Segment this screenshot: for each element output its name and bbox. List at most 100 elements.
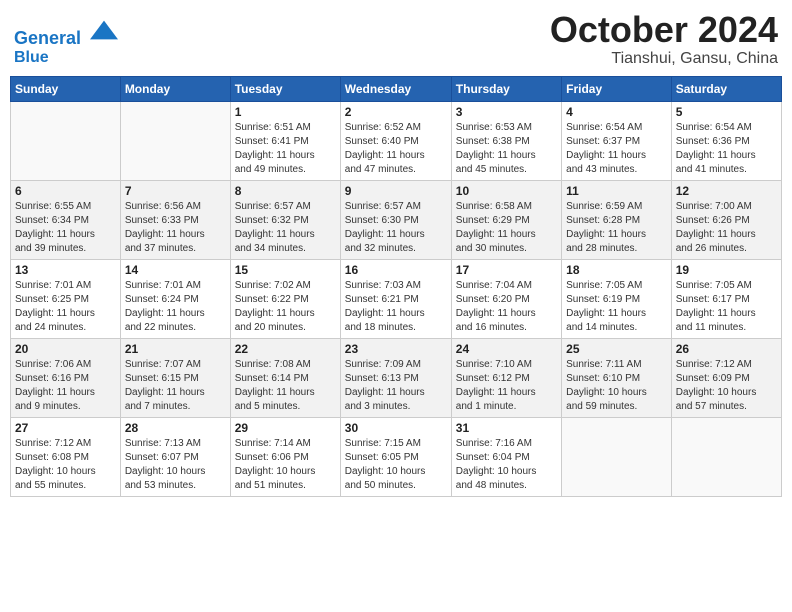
weekday-header-tuesday: Tuesday — [230, 76, 340, 101]
day-info: Sunrise: 6:56 AM Sunset: 6:33 PM Dayligh… — [125, 200, 226, 256]
calendar-cell: 26 Sunrise: 7:12 AM Sunset: 6:09 PM Dayli… — [671, 338, 781, 417]
calendar-table: SundayMondayTuesdayWednesdayThursdayFrid… — [10, 76, 782, 497]
day-info: Sunrise: 7:09 AM Sunset: 6:13 PM Dayligh… — [345, 358, 447, 414]
day-number: 27 — [15, 421, 116, 435]
calendar-cell: 12 Sunrise: 7:00 AM Sunset: 6:26 PM Dayli… — [671, 180, 781, 259]
calendar-cell: 13 Sunrise: 7:01 AM Sunset: 6:25 PM Dayli… — [11, 259, 121, 338]
day-number: 30 — [345, 421, 447, 435]
logo-text: General — [14, 16, 118, 49]
calendar-cell: 28 Sunrise: 7:13 AM Sunset: 6:07 PM Dayli… — [120, 417, 230, 496]
day-number: 28 — [125, 421, 226, 435]
calendar-week-row: 6 Sunrise: 6:55 AM Sunset: 6:34 PM Daylig… — [11, 180, 782, 259]
day-info: Sunrise: 6:54 AM Sunset: 6:37 PM Dayligh… — [566, 121, 667, 177]
calendar-cell — [11, 101, 121, 180]
weekday-header-wednesday: Wednesday — [340, 76, 451, 101]
day-info: Sunrise: 7:00 AM Sunset: 6:26 PM Dayligh… — [676, 200, 777, 256]
logo-icon — [90, 16, 118, 44]
day-info: Sunrise: 6:57 AM Sunset: 6:32 PM Dayligh… — [235, 200, 336, 256]
day-info: Sunrise: 7:12 AM Sunset: 6:09 PM Dayligh… — [676, 358, 777, 414]
day-info: Sunrise: 7:12 AM Sunset: 6:08 PM Dayligh… — [15, 437, 116, 493]
day-info: Sunrise: 7:01 AM Sunset: 6:24 PM Dayligh… — [125, 279, 226, 335]
calendar-cell: 17 Sunrise: 7:04 AM Sunset: 6:20 PM Dayli… — [451, 259, 561, 338]
day-info: Sunrise: 6:57 AM Sunset: 6:30 PM Dayligh… — [345, 200, 447, 256]
day-number: 25 — [566, 342, 667, 356]
day-number: 15 — [235, 263, 336, 277]
calendar-cell: 16 Sunrise: 7:03 AM Sunset: 6:21 PM Dayli… — [340, 259, 451, 338]
calendar-cell: 8 Sunrise: 6:57 AM Sunset: 6:32 PM Daylig… — [230, 180, 340, 259]
logo-general: General — [14, 28, 81, 48]
day-info: Sunrise: 6:59 AM Sunset: 6:28 PM Dayligh… — [566, 200, 667, 256]
day-info: Sunrise: 7:13 AM Sunset: 6:07 PM Dayligh… — [125, 437, 226, 493]
day-info: Sunrise: 7:01 AM Sunset: 6:25 PM Dayligh… — [15, 279, 116, 335]
day-info: Sunrise: 6:51 AM Sunset: 6:41 PM Dayligh… — [235, 121, 336, 177]
day-number: 7 — [125, 184, 226, 198]
calendar-cell: 31 Sunrise: 7:16 AM Sunset: 6:04 PM Dayli… — [451, 417, 561, 496]
calendar-cell: 11 Sunrise: 6:59 AM Sunset: 6:28 PM Dayli… — [562, 180, 672, 259]
weekday-header-row: SundayMondayTuesdayWednesdayThursdayFrid… — [11, 76, 782, 101]
calendar-cell — [562, 417, 672, 496]
calendar-cell: 7 Sunrise: 6:56 AM Sunset: 6:33 PM Daylig… — [120, 180, 230, 259]
day-number: 26 — [676, 342, 777, 356]
calendar-cell: 9Sunrise: 6:57 AM Sunset: 6:30 PM Daylig… — [340, 180, 451, 259]
day-info: Sunrise: 7:05 AM Sunset: 6:17 PM Dayligh… — [676, 279, 777, 335]
day-number: 16 — [345, 263, 447, 277]
day-number: 11 — [566, 184, 667, 198]
day-info: Sunrise: 7:02 AM Sunset: 6:22 PM Dayligh… — [235, 279, 336, 335]
day-number: 8 — [235, 184, 336, 198]
day-info: Sunrise: 7:03 AM Sunset: 6:21 PM Dayligh… — [345, 279, 447, 335]
calendar-week-row: 27 Sunrise: 7:12 AM Sunset: 6:08 PM Dayli… — [11, 417, 782, 496]
weekday-header-thursday: Thursday — [451, 76, 561, 101]
day-info: Sunrise: 7:07 AM Sunset: 6:15 PM Dayligh… — [125, 358, 226, 414]
weekday-header-monday: Monday — [120, 76, 230, 101]
calendar-cell: 15 Sunrise: 7:02 AM Sunset: 6:22 PM Dayli… — [230, 259, 340, 338]
calendar-week-row: 20Sunrise: 7:06 AM Sunset: 6:16 PM Dayli… — [11, 338, 782, 417]
day-info: Sunrise: 6:52 AM Sunset: 6:40 PM Dayligh… — [345, 121, 447, 177]
day-number: 18 — [566, 263, 667, 277]
day-info: Sunrise: 6:53 AM Sunset: 6:38 PM Dayligh… — [456, 121, 557, 177]
calendar-cell: 14 Sunrise: 7:01 AM Sunset: 6:24 PM Dayli… — [120, 259, 230, 338]
day-info: Sunrise: 7:16 AM Sunset: 6:04 PM Dayligh… — [456, 437, 557, 493]
day-number: 31 — [456, 421, 557, 435]
day-info: Sunrise: 7:04 AM Sunset: 6:20 PM Dayligh… — [456, 279, 557, 335]
day-number: 23 — [345, 342, 447, 356]
calendar-cell: 20Sunrise: 7:06 AM Sunset: 6:16 PM Dayli… — [11, 338, 121, 417]
day-number: 29 — [235, 421, 336, 435]
day-number: 4 — [566, 105, 667, 119]
day-number: 12 — [676, 184, 777, 198]
day-info: Sunrise: 7:08 AM Sunset: 6:14 PM Dayligh… — [235, 358, 336, 414]
logo-blue: Blue — [14, 49, 118, 67]
day-info: Sunrise: 7:06 AM Sunset: 6:16 PM Dayligh… — [15, 358, 116, 414]
day-number: 10 — [456, 184, 557, 198]
calendar-week-row: 1Sunrise: 6:51 AM Sunset: 6:41 PM Daylig… — [11, 101, 782, 180]
calendar-cell: 4 Sunrise: 6:54 AM Sunset: 6:37 PM Daylig… — [562, 101, 672, 180]
calendar-cell: 6 Sunrise: 6:55 AM Sunset: 6:34 PM Daylig… — [11, 180, 121, 259]
day-number: 17 — [456, 263, 557, 277]
calendar-cell: 23 Sunrise: 7:09 AM Sunset: 6:13 PM Dayli… — [340, 338, 451, 417]
weekday-header-friday: Friday — [562, 76, 672, 101]
calendar-cell — [120, 101, 230, 180]
page-header: General Blue October 2024 Tianshui, Gans… — [10, 10, 782, 68]
logo: General Blue — [14, 16, 118, 66]
calendar-cell: 27 Sunrise: 7:12 AM Sunset: 6:08 PM Dayli… — [11, 417, 121, 496]
day-info: Sunrise: 6:54 AM Sunset: 6:36 PM Dayligh… — [676, 121, 777, 177]
month-title: October 2024 — [550, 10, 778, 50]
day-info: Sunrise: 7:11 AM Sunset: 6:10 PM Dayligh… — [566, 358, 667, 414]
day-number: 3 — [456, 105, 557, 119]
calendar-cell: 29 Sunrise: 7:14 AM Sunset: 6:06 PM Dayli… — [230, 417, 340, 496]
location: Tianshui, Gansu, China — [550, 50, 778, 68]
day-info: Sunrise: 6:55 AM Sunset: 6:34 PM Dayligh… — [15, 200, 116, 256]
calendar-cell: 22 Sunrise: 7:08 AM Sunset: 6:14 PM Dayli… — [230, 338, 340, 417]
weekday-header-sunday: Sunday — [11, 76, 121, 101]
day-number: 14 — [125, 263, 226, 277]
day-number: 22 — [235, 342, 336, 356]
day-number: 13 — [15, 263, 116, 277]
calendar-cell: 24Sunrise: 7:10 AM Sunset: 6:12 PM Dayli… — [451, 338, 561, 417]
day-number: 19 — [676, 263, 777, 277]
day-info: Sunrise: 7:14 AM Sunset: 6:06 PM Dayligh… — [235, 437, 336, 493]
calendar-cell — [671, 417, 781, 496]
day-info: Sunrise: 7:15 AM Sunset: 6:05 PM Dayligh… — [345, 437, 447, 493]
calendar-cell: 18Sunrise: 7:05 AM Sunset: 6:19 PM Dayli… — [562, 259, 672, 338]
calendar-cell: 3 Sunrise: 6:53 AM Sunset: 6:38 PM Daylig… — [451, 101, 561, 180]
day-number: 5 — [676, 105, 777, 119]
day-number: 6 — [15, 184, 116, 198]
